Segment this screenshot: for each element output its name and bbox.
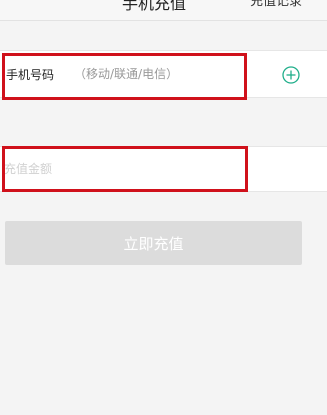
phone-number-row: 手机号码	[0, 50, 327, 98]
recharge-record-link[interactable]: 充值记录	[250, 0, 302, 9]
phone-number-label: 手机号码	[6, 68, 55, 82]
page-title: 手机充值	[122, 0, 187, 13]
recharge-amount-row	[0, 146, 327, 192]
recharge-now-button[interactable]: 立即充值	[5, 221, 302, 265]
plus-circle-icon[interactable]	[282, 66, 300, 84]
top-bar: 手机充值 充值记录	[0, 0, 327, 21]
phone-number-input[interactable]	[70, 61, 274, 87]
recharge-amount-input[interactable]	[4, 157, 304, 181]
